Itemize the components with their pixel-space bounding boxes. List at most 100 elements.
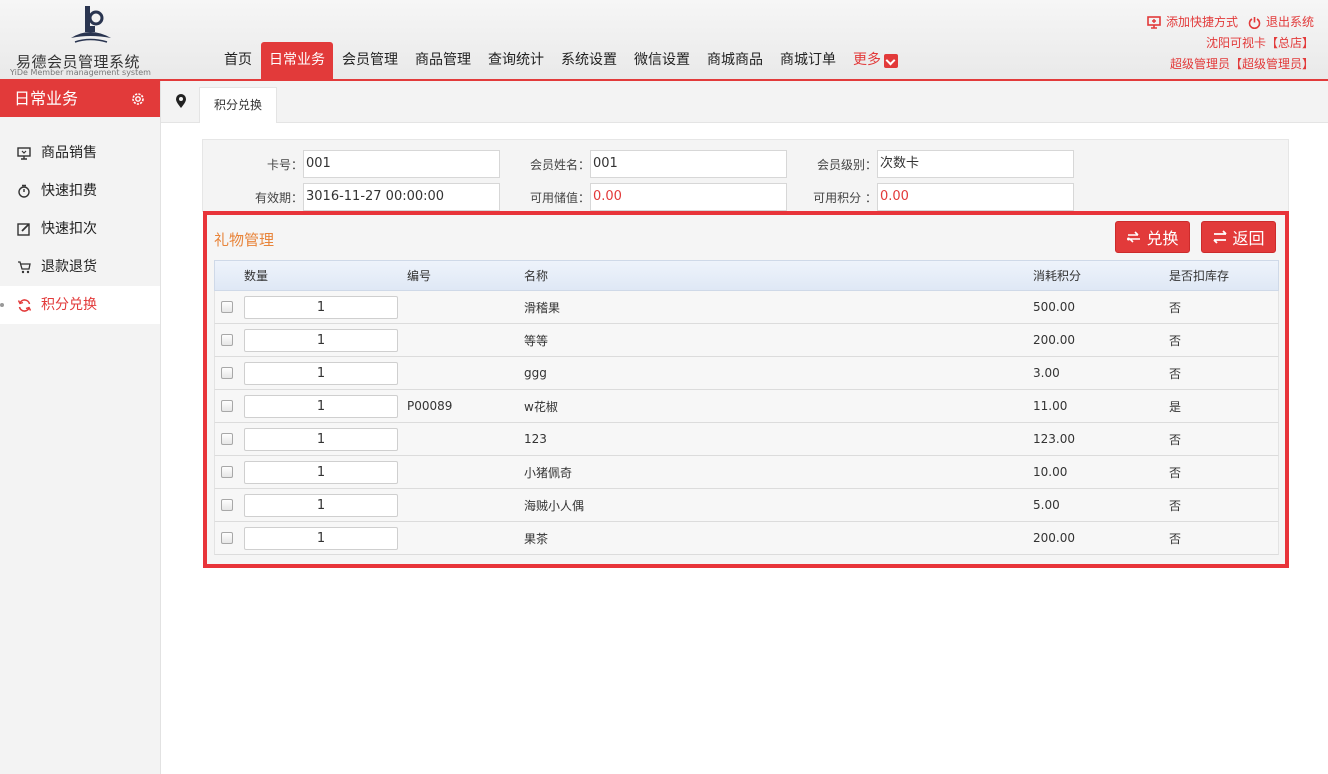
row-points-cost: 123.00	[1033, 432, 1075, 446]
gift-table-header: 数量 编号 名称 消耗积分 是否扣库存	[214, 260, 1279, 291]
row-name: 123	[524, 432, 547, 446]
row-checkbox[interactable]	[221, 532, 233, 544]
nav-product-management[interactable]: 商品管理	[407, 42, 479, 79]
gift-table: 数量 编号 名称 消耗积分 是否扣库存 1 滑稽果 500.00 否 1 等等 200.00…	[214, 260, 1279, 555]
tab-bar: 积分兑换	[161, 81, 1328, 123]
member-level-label: 会员级别：	[816, 157, 877, 172]
quantity-input[interactable]: 1	[244, 295, 398, 319]
row-checkbox[interactable]	[221, 466, 233, 478]
row-points-cost: 500.00	[1033, 300, 1075, 314]
gift-management-panel: 礼物管理 兑换 返回 数量 编号 名称 消耗积分 是否扣库存 1 滑稽果 500.0…	[203, 211, 1289, 568]
sidebar-item-label: 退款退货	[41, 259, 97, 275]
points-field: 0.00	[877, 183, 1074, 211]
gift-table-body: 1 滑稽果 500.00 否 1 等等 200.00 否 1 ggg 3.00 否 1 P00089 w花椒…	[214, 291, 1279, 555]
chevron-down-icon	[884, 53, 898, 68]
refresh-icon	[16, 297, 32, 313]
row-name: 等等	[524, 333, 549, 348]
sidebar-item-points-exchange[interactable]: 积分兑换	[0, 286, 160, 324]
current-user: 超级管理员【超级管理员】	[1169, 57, 1314, 71]
quantity-input[interactable]: 1	[244, 526, 398, 550]
quantity-input[interactable]: 1	[244, 328, 398, 352]
table-row: 1 果茶 200.00 否	[214, 522, 1279, 555]
row-code: P00089	[407, 399, 453, 413]
row-deduct-stock: 否	[1169, 465, 1182, 480]
row-deduct-stock: 否	[1169, 531, 1182, 546]
nav-daily-business[interactable]: 日常业务	[261, 42, 333, 79]
balance-label: 可用储值：	[529, 190, 590, 205]
store-name: 沈阳可视卡【总店】	[1205, 36, 1314, 50]
row-checkbox[interactable]	[221, 499, 233, 511]
back-button[interactable]: 返回	[1201, 221, 1276, 253]
add-shortcut-label: 添加快捷方式	[1165, 15, 1238, 29]
nav-query-statistics[interactable]: 查询统计	[480, 42, 552, 79]
exchange-button-label: 兑换	[1146, 229, 1179, 248]
nav-member-management[interactable]: 会员管理	[334, 42, 406, 79]
sidebar-menu: 商品销售 快速扣费 快速扣次 退款退货 积分兑换	[0, 117, 160, 324]
nav-home[interactable]: 首页	[216, 42, 260, 79]
back-button-label: 返回	[1232, 229, 1265, 248]
nav-mall-orders[interactable]: 商城订单	[772, 42, 844, 79]
exchange-button[interactable]: 兑换	[1115, 221, 1190, 253]
add-shortcut-link[interactable]: 添加快捷方式	[1147, 12, 1238, 33]
exchange-icon	[1126, 230, 1142, 244]
row-points-cost: 3.00	[1033, 366, 1060, 380]
tab-points-exchange[interactable]: 积分兑换	[199, 87, 277, 123]
row-checkbox[interactable]	[221, 301, 233, 313]
quantity-input[interactable]: 1	[244, 493, 398, 517]
timer-icon	[16, 183, 32, 199]
sidebar-item-label: 快速扣次	[41, 221, 97, 237]
table-row: 1 ggg 3.00 否	[214, 357, 1279, 390]
expiry-field: 3016-11-27 00:00:00	[303, 183, 500, 211]
top-header: 易德会员管理系统 YiDe Member management system 首…	[0, 0, 1328, 81]
nav-system-settings[interactable]: 系统设置	[553, 42, 625, 79]
row-name: w花椒	[524, 399, 558, 414]
row-checkbox[interactable]	[221, 400, 233, 412]
edit-icon	[16, 221, 32, 237]
col-name: 名称	[524, 269, 549, 283]
quantity-input[interactable]: 1	[244, 361, 398, 385]
row-checkbox[interactable]	[221, 334, 233, 346]
sidebar-item-product-sales[interactable]: 商品销售	[0, 134, 160, 172]
table-row: 1 P00089 w花椒 11.00 是	[214, 390, 1279, 423]
nav-mall-products[interactable]: 商城商品	[699, 42, 771, 79]
row-name: 小猪佩奇	[524, 465, 573, 480]
row-points-cost: 200.00	[1033, 333, 1075, 347]
row-deduct-stock: 否	[1169, 432, 1182, 447]
row-name: 果茶	[524, 531, 549, 546]
sidebar-item-quick-charge[interactable]: 快速扣费	[0, 172, 160, 210]
logo-subtitle: YiDe Member management system	[10, 68, 151, 77]
nav-more[interactable]: 更多	[845, 42, 906, 79]
quantity-input[interactable]: 1	[244, 460, 398, 484]
col-points-cost: 消耗积分	[1033, 269, 1082, 283]
table-row: 1 滑稽果 500.00 否	[214, 291, 1279, 324]
member-level-field: 次数卡	[877, 150, 1074, 178]
gear-icon[interactable]	[130, 91, 146, 107]
row-checkbox[interactable]	[221, 433, 233, 445]
col-code: 编号	[407, 269, 432, 283]
monitor-icon	[16, 145, 32, 161]
row-points-cost: 11.00	[1033, 399, 1068, 413]
user-panel: 添加快捷方式 退出系统 沈阳可视卡【总店】 超级管理员【超级管理员】	[1137, 12, 1314, 75]
col-deduct-stock: 是否扣库存	[1169, 269, 1230, 283]
row-deduct-stock: 否	[1169, 300, 1182, 315]
table-row: 1 123 123.00 否	[214, 423, 1279, 456]
member-name-label: 会员姓名：	[529, 157, 590, 172]
sidebar-item-refund[interactable]: 退款退货	[0, 248, 160, 286]
row-name: 海贼小人偶	[524, 498, 585, 513]
logout-link[interactable]: 退出系统	[1248, 12, 1314, 33]
quantity-input[interactable]: 1	[244, 394, 398, 418]
sidebar-item-label: 快速扣费	[41, 183, 97, 199]
member-info-panel: 卡号： 001 会员姓名： 001 会员级别： 次数卡 有效期： 3016-11…	[202, 139, 1289, 212]
logo-icon	[71, 6, 111, 43]
balance-field: 0.00	[590, 183, 787, 211]
quantity-input[interactable]: 1	[244, 427, 398, 451]
nav-wechat-settings[interactable]: 微信设置	[626, 42, 698, 79]
col-quantity: 数量	[244, 269, 269, 283]
sidebar-item-quick-count[interactable]: 快速扣次	[0, 210, 160, 248]
logo[interactable]: 易德会员管理系统 YiDe Member management system	[10, 4, 160, 77]
row-checkbox[interactable]	[221, 367, 233, 379]
swap-icon	[1212, 230, 1228, 244]
row-name: ggg	[524, 366, 547, 380]
sidebar-title: 日常业务	[14, 89, 79, 108]
row-deduct-stock: 是	[1169, 399, 1182, 414]
